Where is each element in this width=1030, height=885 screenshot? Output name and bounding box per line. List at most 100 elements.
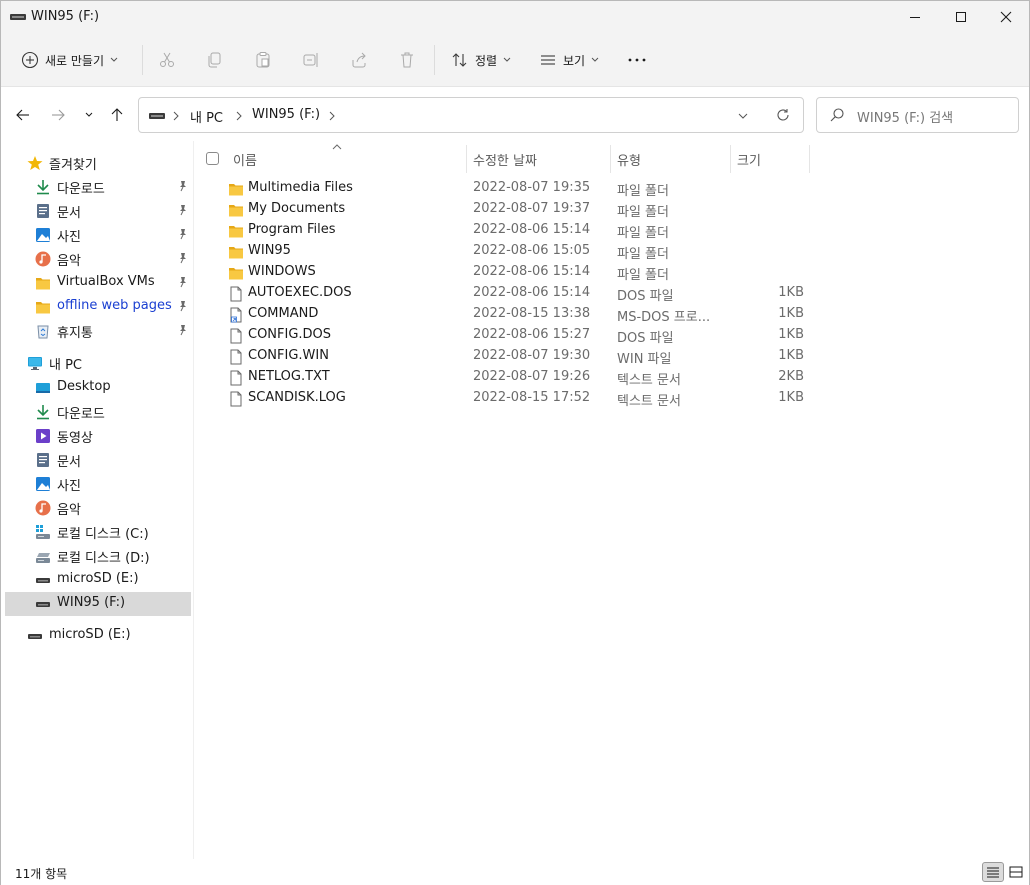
pin-icon[interactable]	[177, 252, 189, 264]
nav-item-local-disk-c[interactable]: 로컬 디스크 (C:)	[5, 520, 191, 544]
column-header-date[interactable]: 수정한 날짜	[473, 150, 537, 169]
cut-button[interactable]	[158, 45, 176, 75]
delete-button[interactable]	[398, 45, 416, 75]
table-row[interactable]: My Documents 2022-08-07 19:37 파일 폴더	[196, 200, 816, 221]
pin-icon[interactable]	[177, 204, 189, 216]
pin-icon[interactable]	[177, 276, 189, 288]
chevron-right-icon	[329, 111, 335, 121]
table-row[interactable]: WINDOWS 2022-08-06 15:14 파일 폴더	[196, 263, 816, 284]
nav-item-music[interactable]: 음악	[5, 496, 191, 520]
refresh-icon[interactable]	[776, 108, 790, 122]
file-name: AUTOEXEC.DOS	[248, 285, 352, 300]
nav-quick-access[interactable]: 즐겨찾기	[5, 151, 191, 175]
nav-item-downloads[interactable]: 다운로드	[5, 175, 191, 199]
pictures-icon	[36, 477, 50, 491]
pin-icon[interactable]	[177, 300, 189, 312]
pin-icon[interactable]	[177, 180, 189, 192]
table-row[interactable]: Program Files 2022-08-06 15:14 파일 폴더	[196, 221, 816, 242]
file-name: Program Files	[248, 222, 336, 237]
share-button[interactable]	[350, 45, 368, 75]
maximize-button[interactable]	[938, 1, 984, 33]
star-icon	[27, 156, 43, 170]
more-options-button[interactable]	[627, 45, 647, 75]
column-separator[interactable]	[610, 145, 611, 173]
column-header-name[interactable]: 이름	[233, 150, 257, 169]
file-type: 텍스트 문서	[617, 394, 681, 409]
nav-item-offline-web-pages[interactable]: offline web pages	[5, 295, 191, 319]
table-row[interactable]: SCANDISK.LOG 2022-08-15 17:52 텍스트 문서 1KB	[196, 389, 816, 410]
pin-icon[interactable]	[177, 228, 189, 240]
table-row[interactable]: NETLOG.TXT 2022-08-07 19:26 텍스트 문서 2KB	[196, 368, 816, 389]
nav-item-label: 휴지통	[57, 326, 93, 341]
pin-icon[interactable]	[177, 324, 189, 336]
nav-item-microsd-e[interactable]: microSD (E:)	[5, 568, 191, 592]
table-row[interactable]: WIN95 2022-08-06 15:05 파일 폴더	[196, 242, 816, 263]
view-button[interactable]: 보기	[539, 45, 599, 75]
select-all-checkbox[interactable]	[206, 152, 219, 165]
arrow-up-icon	[111, 108, 123, 121]
table-row[interactable]: AUTOEXEC.DOS 2022-08-06 15:14 DOS 파일 1KB	[196, 284, 816, 305]
new-button-label: 새로 만들기	[45, 53, 105, 68]
file-size: 1KB	[778, 285, 804, 300]
column-header-size[interactable]: 크기	[737, 150, 761, 169]
nav-item-label: 사진	[57, 479, 81, 494]
nav-item-local-disk-d[interactable]: 로컬 디스크 (D:)	[5, 544, 191, 568]
nav-item-desktop[interactable]: Desktop	[5, 376, 191, 400]
rename-button[interactable]	[302, 45, 320, 75]
tiles-view-button[interactable]	[1005, 862, 1027, 882]
table-row[interactable]: CONFIG.DOS 2022-08-06 15:27 DOS 파일 1KB	[196, 326, 816, 347]
forward-button[interactable]	[45, 102, 71, 128]
up-button[interactable]	[104, 102, 130, 128]
file-icon	[230, 391, 242, 407]
nav-item-videos[interactable]: 동영상	[5, 424, 191, 448]
details-view-button[interactable]	[982, 862, 1004, 882]
folder-icon	[36, 278, 50, 290]
computer-icon	[28, 357, 42, 370]
nav-item-virtualbox-vms[interactable]: VirtualBox VMs	[5, 271, 191, 295]
back-button[interactable]	[10, 102, 36, 128]
file-type: 파일 폴더	[617, 184, 669, 199]
nav-item-win95-f[interactable]: WIN95 (F:)	[5, 592, 191, 616]
minimize-button[interactable]	[892, 1, 938, 33]
nav-item-downloads[interactable]: 다운로드	[5, 400, 191, 424]
breadcrumb-this-pc[interactable]: 내 PC	[190, 107, 223, 126]
file-type: 파일 폴더	[617, 226, 669, 241]
column-separator[interactable]	[809, 145, 810, 173]
table-row[interactable]: CONFIG.WIN 2022-08-07 19:30 WIN 파일 1KB	[196, 347, 816, 368]
clipboard-icon	[256, 52, 270, 68]
plus-circle-icon	[21, 51, 39, 69]
close-button[interactable]	[983, 1, 1029, 33]
nav-item-label: 문서	[57, 206, 81, 221]
search-input[interactable]: WIN95 (F:) 검색	[816, 97, 1019, 133]
breadcrumb-win95[interactable]: WIN95 (F:)	[252, 107, 320, 122]
table-row[interactable]: Multimedia Files 2022-08-07 19:35 파일 폴더	[196, 179, 816, 200]
recent-locations-button[interactable]	[76, 102, 102, 128]
nav-item-music[interactable]: 음악	[5, 247, 191, 271]
file-size: 2KB	[778, 369, 804, 384]
nav-item-label: Desktop	[57, 379, 111, 394]
rename-icon	[303, 53, 318, 67]
paste-button[interactable]	[254, 45, 272, 75]
chevron-down-icon[interactable]	[738, 112, 748, 120]
nav-item-label: 다운로드	[57, 182, 105, 197]
address-bar[interactable]: 내 PC WIN95 (F:)	[138, 97, 804, 133]
chevron-down-icon	[503, 57, 511, 62]
nav-item-pictures[interactable]: 사진	[5, 223, 191, 247]
file-modified-date: 2022-08-07 19:37	[473, 201, 591, 216]
pane-divider[interactable]	[193, 141, 194, 859]
nav-item-documents[interactable]: 문서	[5, 199, 191, 223]
title-bar[interactable]: WIN95 (F:)	[1, 1, 1029, 33]
nav-item-pictures[interactable]: 사진	[5, 472, 191, 496]
nav-item-documents[interactable]: 문서	[5, 448, 191, 472]
nav-this-pc[interactable]: 내 PC	[5, 351, 191, 375]
copy-button[interactable]	[206, 45, 224, 75]
column-separator[interactable]	[466, 145, 467, 173]
nav-item-microsd-e-root[interactable]: microSD (E:)	[5, 624, 191, 648]
nav-item-recycle-bin[interactable]: 휴지통	[5, 319, 191, 343]
table-row[interactable]: COMMAND 2022-08-15 13:38 MS-DOS 프로... 1KB	[196, 305, 816, 326]
column-header-type[interactable]: 유형	[617, 150, 641, 169]
nav-item-label: VirtualBox VMs	[57, 274, 155, 289]
sort-button[interactable]: 정렬	[451, 45, 511, 75]
column-separator[interactable]	[730, 145, 731, 173]
new-button[interactable]: 새로 만들기	[21, 45, 118, 75]
